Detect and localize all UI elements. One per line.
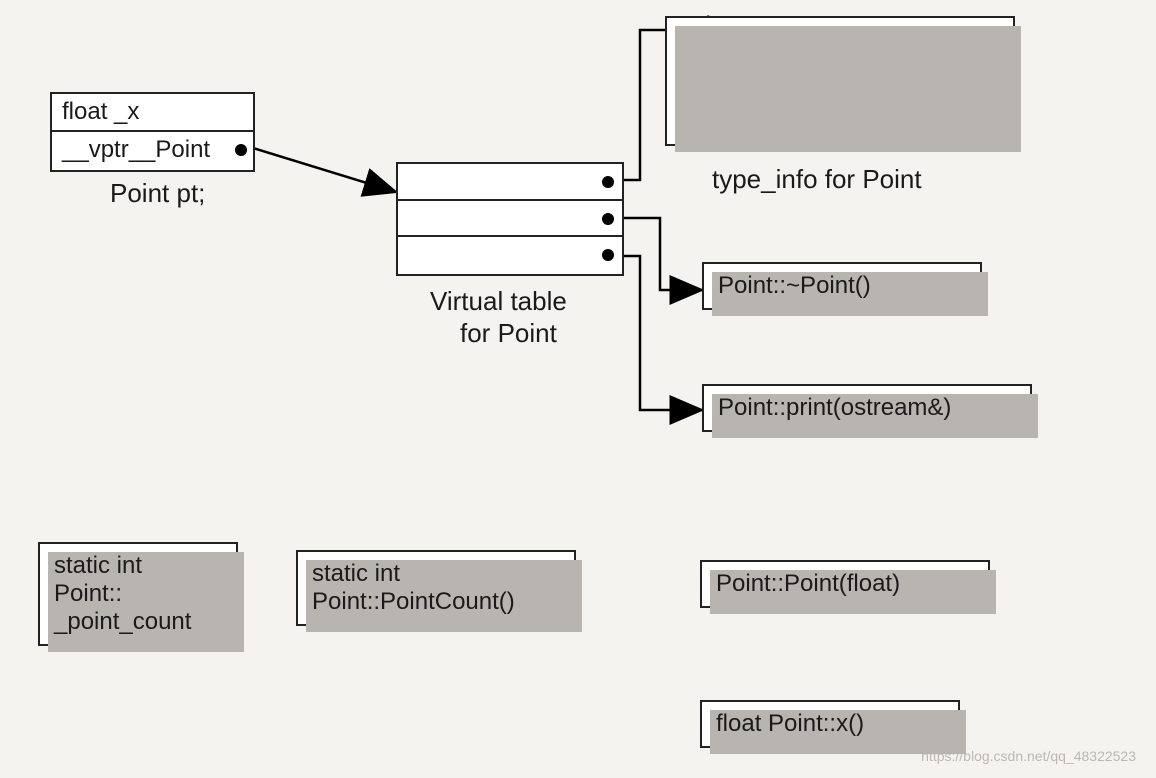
point-object-box: float _x __vptr__Point (50, 92, 255, 172)
static-fn-line2: Point::PointCount() (312, 588, 560, 616)
vtable-dot-1-icon (602, 213, 614, 225)
func-x-label: float Point::x() (716, 710, 864, 737)
static-fn-box: static int Point::PointCount() (296, 550, 576, 626)
func-x-box: float Point::x() (700, 700, 960, 748)
static-fn-line1: static int (312, 560, 560, 588)
object-field-vptr-label: __vptr__Point (62, 136, 210, 163)
func-dtor-box: Point::~Point() (702, 262, 982, 310)
vtable-dot-0-icon (602, 176, 614, 188)
vtable-slot-0 (398, 164, 622, 201)
object-field-x: float _x (52, 94, 253, 132)
vtable-caption-line1: Virtual table (430, 286, 567, 317)
vtable-dot-2-icon (602, 249, 614, 261)
object-field-x-label: float _x (62, 98, 139, 125)
vtable-caption-line2: for Point (460, 318, 557, 349)
func-print-box: Point::print(ostream&) (702, 384, 1032, 432)
typeinfo-box (665, 16, 1015, 146)
object-field-vptr: __vptr__Point (52, 132, 253, 170)
point-object-caption: Point pt; (110, 178, 205, 209)
func-print-label: Point::print(ostream&) (718, 394, 951, 421)
func-dtor-label: Point::~Point() (718, 272, 871, 299)
typeinfo-caption: type_info for Point (712, 164, 922, 195)
vtable-slot-1 (398, 201, 622, 238)
vptr-dot-icon (235, 144, 247, 156)
vtable-slot-2 (398, 237, 622, 274)
static-var-box: static int Point:: _point_count (38, 542, 238, 646)
func-ctor-label: Point::Point(float) (716, 570, 900, 597)
static-var-line2: Point:: (54, 580, 222, 608)
virtual-table-box (396, 162, 624, 276)
func-ctor-box: Point::Point(float) (700, 560, 990, 608)
static-var-line1: static int (54, 552, 222, 580)
static-var-line3: _point_count (54, 608, 222, 636)
